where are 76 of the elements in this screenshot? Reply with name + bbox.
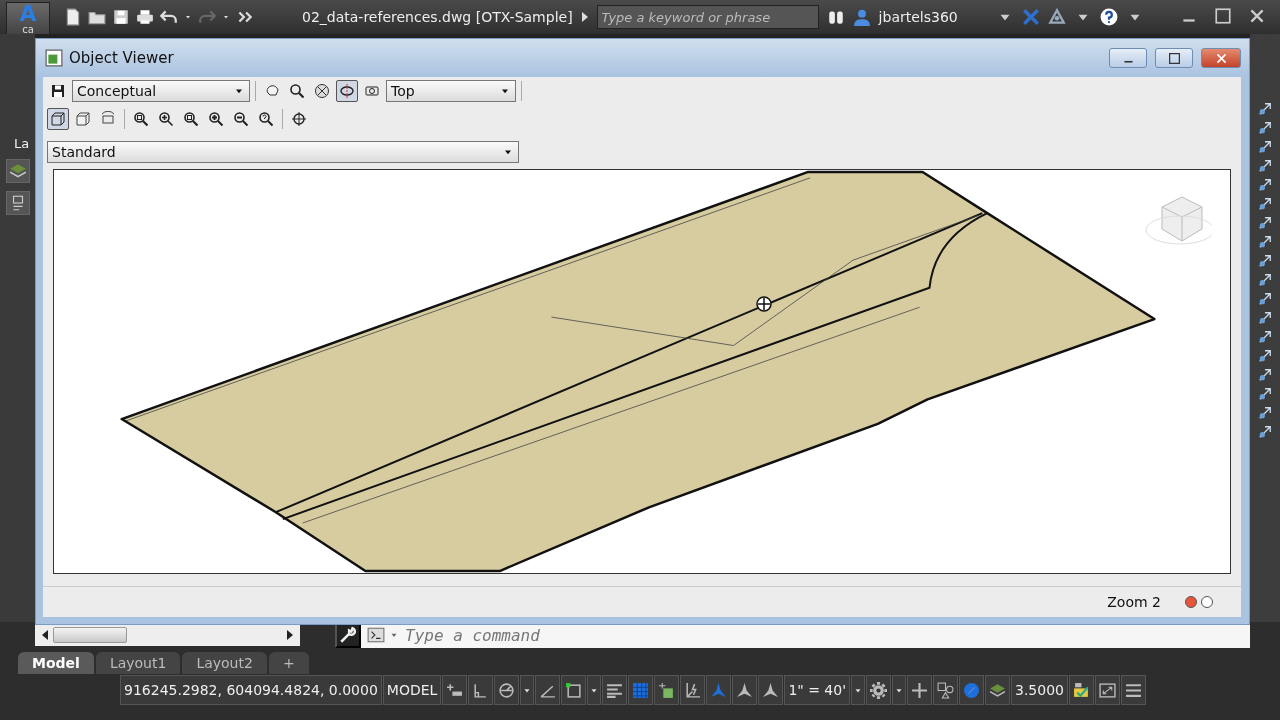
status-readout[interactable]: 916245.2982, 604094.4824, 0.0000 (120, 675, 382, 705)
layout-tab[interactable]: Layout1 (95, 652, 181, 674)
palette-tool-icon[interactable] (1258, 349, 1272, 363)
palette-tool-icon[interactable] (1258, 330, 1272, 344)
window-title: Object Viewer (69, 49, 174, 67)
help-icon[interactable] (1099, 8, 1118, 26)
command-input[interactable]: Type a command (403, 624, 1250, 646)
palette-tool-icon[interactable] (1258, 216, 1272, 230)
layers-icon[interactable] (5, 159, 30, 183)
lineweight-icon[interactable] (606, 681, 624, 699)
palette-tool-icon[interactable] (1258, 406, 1272, 420)
x-logo-icon[interactable] (1021, 8, 1040, 26)
search-field[interactable]: Type a keyword or phrase (596, 5, 819, 29)
axis-icon[interactable] (684, 681, 702, 699)
palette-tool-icon[interactable] (1258, 254, 1272, 268)
zoom-status: Zoom 2 (1107, 594, 1161, 610)
scroll-left-icon[interactable] (41, 630, 49, 640)
restore-button[interactable] (1155, 48, 1193, 68)
horizontal-scrollbar[interactable] (35, 624, 300, 646)
scroll-right-icon[interactable] (286, 630, 294, 640)
gear-icon[interactable] (870, 681, 887, 699)
annotation-figure-icon[interactable] (762, 681, 780, 699)
app-logo[interactable]: A ca (6, 2, 50, 35)
palette-tool-icon[interactable] (1258, 273, 1272, 287)
palette-tool-icon[interactable] (1258, 368, 1272, 382)
annotation-figure-icon[interactable] (736, 681, 754, 699)
panel-label: La (13, 136, 30, 151)
pan-cursor-icon (754, 294, 774, 314)
dropdown[interactable]: Top (386, 80, 516, 102)
snap-grid-icon[interactable] (446, 681, 464, 699)
properties-icon[interactable] (5, 191, 30, 215)
palette-tool-icon[interactable] (1258, 178, 1272, 192)
undo-arrow-icon[interactable] (160, 8, 178, 26)
polar-tracking-icon[interactable] (498, 681, 516, 699)
triangle-network-icon[interactable] (1047, 8, 1066, 26)
new-file-icon[interactable] (64, 8, 82, 26)
palette-tool-icon[interactable] (1258, 140, 1272, 154)
prompt-icon[interactable] (367, 626, 385, 644)
layers-icon[interactable] (989, 681, 1006, 699)
wrench-icon (339, 626, 357, 644)
close-icon[interactable] (1214, 51, 1228, 65)
binoculars-icon[interactable] (826, 8, 845, 26)
menu-icon[interactable] (1125, 681, 1142, 699)
printer-icon[interactable] (136, 8, 154, 26)
user-icon[interactable] (852, 8, 871, 26)
selection-cycling-icon[interactable] (658, 681, 676, 699)
palette-tool-icon[interactable] (1258, 311, 1272, 325)
palette-tool-icon[interactable] (1258, 292, 1272, 306)
layout-tab[interactable]: + (268, 652, 309, 674)
dropdown[interactable]: Conceptual (72, 80, 250, 102)
layout-tab[interactable]: Model (18, 652, 94, 674)
palette-tool-icon[interactable] (1258, 102, 1272, 116)
close-button[interactable] (1201, 48, 1241, 68)
dial-icon[interactable] (963, 681, 980, 699)
workspace-icon[interactable] (1073, 681, 1090, 699)
close-icon[interactable] (1248, 7, 1266, 25)
shapes-icon[interactable] (937, 681, 954, 699)
document-title: 02_data-references.dwg [OTX-Sample] (302, 9, 573, 25)
palette-tool-icon[interactable] (1258, 121, 1272, 135)
status-readout[interactable]: 3.5000 (1011, 675, 1068, 705)
layout-tab[interactable]: Layout2 (182, 652, 267, 674)
plus-icon[interactable] (911, 681, 928, 699)
palette-tool-icon[interactable] (1258, 387, 1272, 401)
visual-style-dropdown[interactable]: Standard (47, 141, 519, 163)
palette-tool-icon[interactable] (1258, 197, 1272, 211)
username[interactable]: jbartels360 (878, 9, 958, 25)
object-snap-icon[interactable] (565, 681, 583, 699)
fullscreen-icon[interactable] (1099, 681, 1116, 699)
status-readout[interactable]: MODEL (382, 675, 442, 705)
palette-tool-icon[interactable] (1258, 425, 1272, 439)
maximize-icon[interactable] (1167, 51, 1181, 65)
triangle-icon[interactable] (580, 12, 589, 22)
palette-tool-icon[interactable] (1258, 235, 1272, 249)
cube-window-icon (45, 49, 63, 67)
annotation-scale[interactable]: 1" = 40' (784, 675, 850, 705)
palette-tool-icon[interactable] (1258, 159, 1272, 173)
